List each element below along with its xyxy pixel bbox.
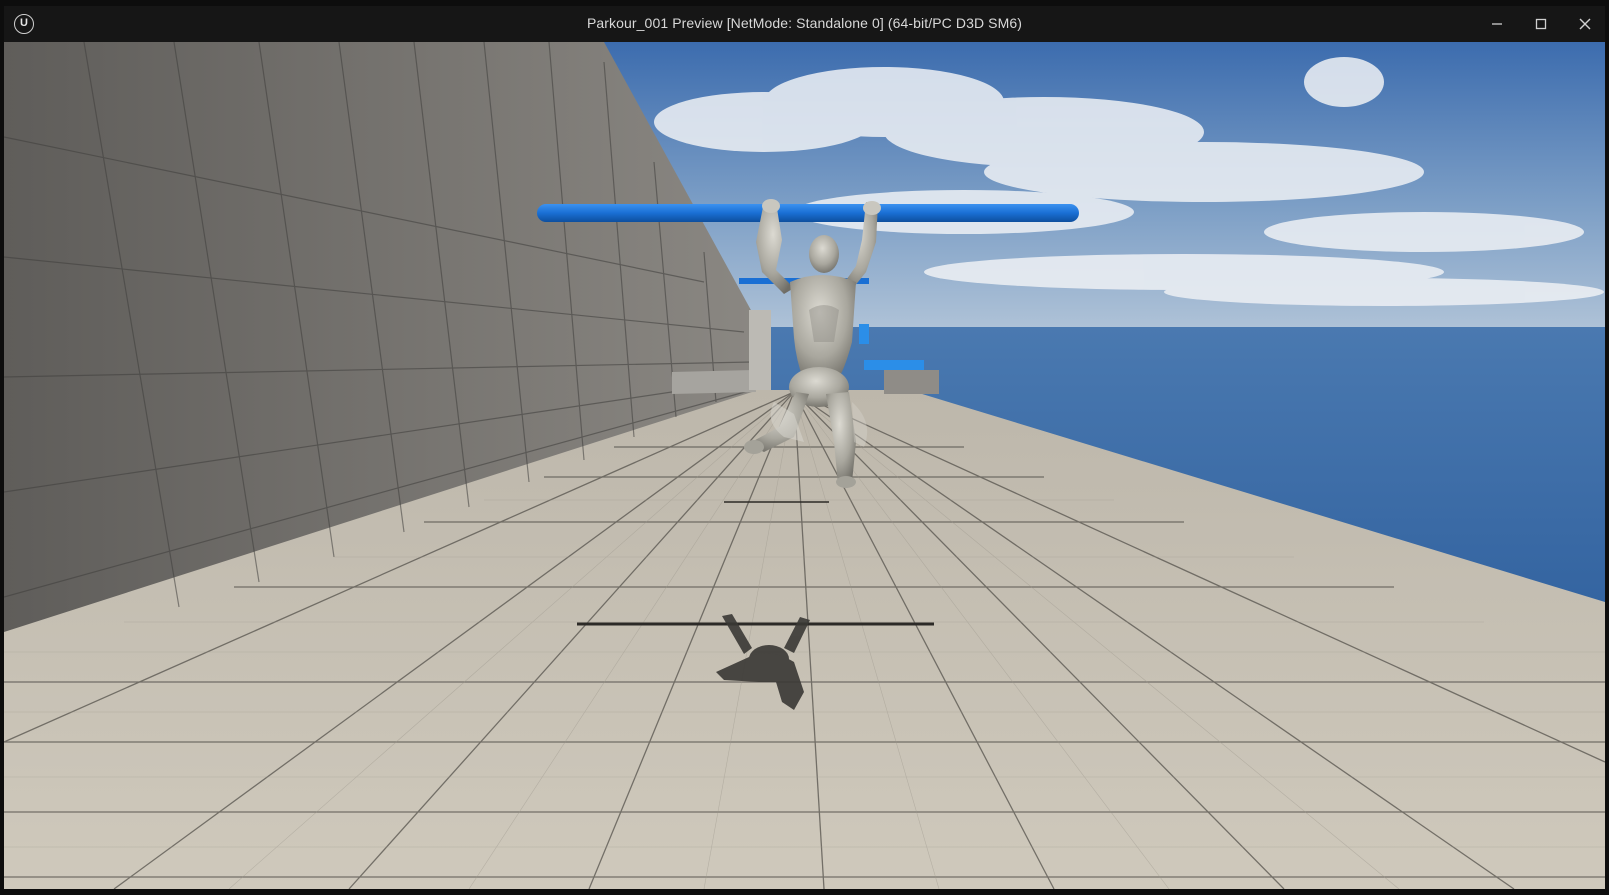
close-button[interactable] bbox=[1567, 10, 1603, 38]
minimize-button[interactable] bbox=[1479, 10, 1515, 38]
game-window: U Parkour_001 Preview [NetMode: Standalo… bbox=[0, 0, 1609, 895]
window-title: Parkour_001 Preview [NetMode: Standalone… bbox=[586, 15, 1023, 31]
title-bar[interactable]: U Parkour_001 Preview [NetMode: Standalo… bbox=[4, 6, 1605, 43]
pull-up-bar bbox=[537, 204, 1079, 222]
maximize-button[interactable] bbox=[1523, 10, 1559, 38]
game-viewport[interactable] bbox=[4, 42, 1605, 889]
minimize-icon bbox=[1492, 23, 1502, 25]
scene-render bbox=[4, 42, 1605, 889]
maximize-icon bbox=[1535, 18, 1547, 30]
close-icon bbox=[1579, 18, 1591, 30]
